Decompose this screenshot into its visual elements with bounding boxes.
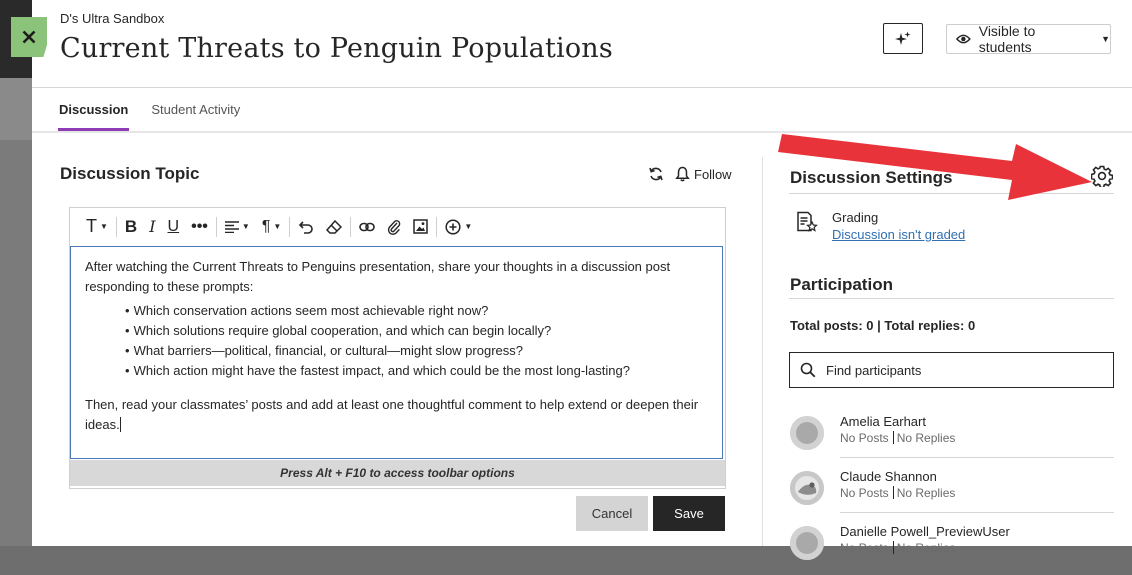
text-cursor [119,417,121,432]
toolbar-separator [289,216,291,237]
list-item: What barriers—political, financial, or c… [125,341,708,361]
list-item: Which action might have the fastest impa… [125,361,708,381]
underline-icon: U [167,217,180,235]
annotation-arrow-icon [778,134,1092,200]
toolbar-separator [436,216,438,237]
page-title: Current Threats to Penguin Populations [60,33,613,64]
sparkle-icon [895,31,911,45]
tab-discussion[interactable]: Discussion [58,88,130,132]
participant-row[interactable]: Claude Shannon No Posts No Replies [790,465,1114,520]
topic-outro-wrap: Then, read your classmates’ posts and ad… [85,395,708,435]
toolbar-separator [215,216,217,237]
posts-count: No Posts [840,541,889,555]
grading-status-link[interactable]: Discussion isn't graded [832,227,965,242]
prompt-list: Which conservation actions seem most ach… [85,301,708,381]
cancel-button[interactable]: Cancel [576,496,648,531]
participant-name: Amelia Earhart [840,414,926,429]
list-item: Which solutions require global cooperati… [125,321,708,341]
toolbar-hint: Press Alt + F10 to access toolbar option… [70,460,725,486]
undo-icon [299,220,314,234]
participant-stats: No Posts No Replies [840,541,955,555]
backdrop-mid [0,78,32,140]
italic-icon: I [149,217,156,236]
participant-stats: No Posts No Replies [840,486,955,500]
replies-count: No Replies [896,541,956,555]
clear-format-button[interactable] [320,215,348,239]
avatar [790,526,824,560]
search-icon [800,362,816,378]
save-button[interactable]: Save [653,496,725,531]
participant-search [789,352,1114,388]
more-formatting-button[interactable]: ••• [185,215,214,239]
toolbar-separator [115,216,117,237]
grading-icon [797,211,818,232]
participation-totals: Total posts: 0 | Total replies: 0 [790,318,976,333]
refresh-icon[interactable] [648,166,664,182]
backdrop-bottom [0,140,32,546]
text-style-button[interactable]: T ▼ [80,215,114,239]
follow-button[interactable]: Follow [675,166,732,182]
undo-button[interactable] [292,215,320,239]
avatar [790,416,824,450]
insert-content-button[interactable]: ▼ [439,215,478,239]
align-button[interactable]: ▼ [219,215,256,239]
close-icon [22,30,36,44]
insert-image-button[interactable] [407,215,434,239]
list-item: Which conservation actions seem most ach… [125,301,708,321]
discussion-panel: D's Ultra Sandbox Current Threats to Pen… [32,0,1132,560]
editor-toolbar: T ▼ B I U ••• ▼ ¶ ▼ ▼ [70,208,725,245]
participant-row[interactable]: Amelia Earhart No Posts No Replies [790,410,1114,465]
chevron-down-icon: ▼ [1101,34,1110,44]
participation-heading: Participation [790,275,893,294]
participant-row[interactable]: Danielle Powell_PreviewUser No Posts No R… [790,520,1114,575]
tab-student-activity[interactable]: Student Activity [151,88,240,132]
participant-name: Danielle Powell_PreviewUser [840,524,1010,539]
column-divider [762,157,763,546]
replies-count: No Replies [896,431,956,445]
eraser-icon [326,219,343,234]
image-icon [413,219,429,234]
more-icon: ••• [191,217,208,235]
search-input[interactable] [824,361,1088,379]
posts-count: No Posts [840,431,889,445]
discussion-topic-heading: Discussion Topic [60,164,200,183]
row-divider [840,457,1114,458]
course-name: D's Ultra Sandbox [60,11,165,26]
visibility-dropdown[interactable]: Visible to students ▼ [946,23,1111,55]
bold-icon: B [124,216,138,236]
close-button[interactable] [11,17,47,57]
ai-assist-button[interactable] [883,23,923,54]
topic-outro: Then, read your classmates’ posts and ad… [85,397,699,432]
posts-count: No Posts [840,486,889,500]
avatar [790,471,824,505]
pilcrow-icon: ¶ [261,217,271,235]
grading-label: Grading [832,210,879,225]
link-button[interactable] [353,215,381,239]
align-left-icon [224,220,239,233]
bell-icon [675,166,690,182]
editor-content[interactable]: After watching the Current Threats to Pe… [70,246,723,459]
participant-stats: No Posts No Replies [840,431,955,445]
participant-name: Claude Shannon [840,469,937,484]
bold-button[interactable]: B [119,215,143,239]
eye-icon [956,34,971,44]
link-icon [359,222,376,231]
text-style-icon: T [86,216,97,236]
tab-bar: Discussion Student Activity [58,88,262,132]
participation-divider [789,298,1114,299]
paragraph-button[interactable]: ¶ ▼ [256,215,288,239]
toolbar-separator [350,216,352,237]
row-divider [840,512,1114,513]
replies-count: No Replies [896,486,956,500]
follow-label: Follow [694,166,732,182]
visibility-label: Visible to students [978,23,1036,55]
rich-text-editor: T ▼ B I U ••• ▼ ¶ ▼ ▼ After watching the… [69,207,726,489]
attach-button[interactable] [381,215,407,239]
paperclip-icon [388,219,401,235]
topic-intro: After watching the Current Threats to Pe… [85,259,671,294]
italic-button[interactable]: I [143,215,161,239]
underline-button[interactable]: U [162,215,186,239]
plus-circle-icon [445,218,461,235]
